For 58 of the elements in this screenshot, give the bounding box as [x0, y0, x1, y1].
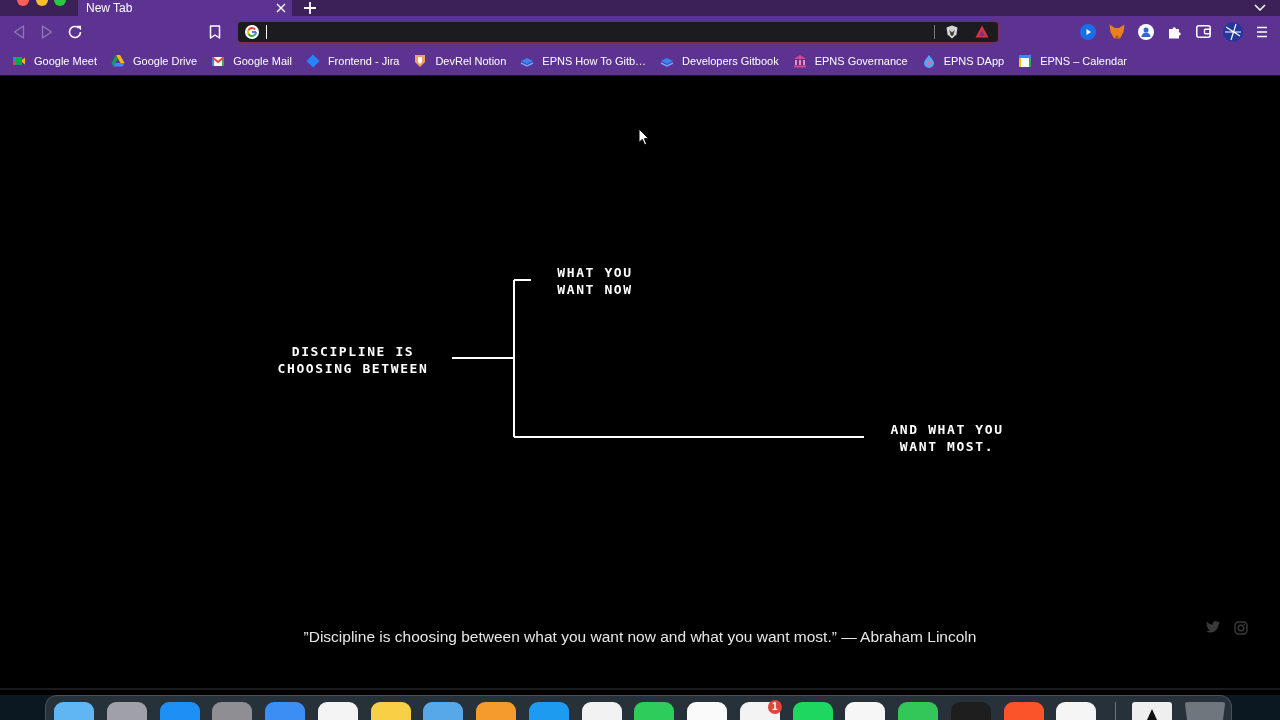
bookmark-item[interactable]: Developers Gitbook — [660, 51, 779, 71]
app-icon[interactable] — [423, 702, 464, 720]
text-cursor-icon — [266, 24, 267, 39]
plus-icon[interactable] — [304, 2, 316, 14]
diagram-label: WHAT YOU WANT NOW — [557, 264, 633, 298]
quote-text: ”Discipline is choosing between what you want now and what you want most.” — Abraham Lincoln — [303, 628, 977, 646]
document-stack-icon[interactable] — [1131, 702, 1172, 720]
play-circle-icon[interactable] — [1079, 23, 1096, 40]
video-camera-icon — [12, 54, 26, 68]
bookmark-item[interactable]: Google Meet — [12, 51, 97, 71]
shield-icon[interactable] — [945, 24, 959, 39]
wallet-icon[interactable] — [1196, 25, 1211, 38]
app-icon[interactable] — [317, 702, 358, 720]
app-icon[interactable] — [476, 702, 516, 720]
bookmark-item[interactable]: EPNS How To Gitb… — [520, 51, 647, 71]
drop-icon — [921, 54, 936, 68]
triangle-icon[interactable] — [975, 25, 989, 38]
bookmark-item[interactable]: Google Drive — [111, 51, 198, 71]
app-icon[interactable] — [581, 702, 622, 720]
g-logo-icon — [245, 24, 259, 39]
fox-head-icon[interactable] — [1108, 24, 1125, 39]
app-icon[interactable] — [792, 702, 833, 720]
app-icon[interactable] — [845, 702, 886, 720]
menu-icon[interactable] — [1255, 25, 1268, 38]
app-icon[interactable] — [1056, 702, 1097, 720]
triangle-icon — [111, 54, 125, 68]
close-icon[interactable] — [276, 3, 286, 13]
reload-icon[interactable] — [68, 24, 82, 39]
bookmark-item[interactable]: Google Mail — [211, 51, 292, 71]
calendar-icon — [1018, 54, 1033, 68]
mouse-pointer-icon — [638, 128, 650, 146]
chevron-down-icon[interactable] — [1254, 4, 1266, 11]
trash-icon[interactable] — [1184, 702, 1225, 720]
bookmark-item[interactable]: EPNS DApp — [921, 51, 1005, 71]
avatar-icon[interactable] — [1222, 21, 1243, 42]
diamond-icon — [305, 54, 320, 68]
diagram-label: DISCIPLINE IS CHOOSING BETWEEN — [277, 343, 429, 377]
bookmark-item[interactable]: EPNS Governance — [792, 51, 908, 71]
bookmark-item[interactable]: DevRel Notion — [413, 51, 507, 71]
shield-icon — [413, 54, 428, 68]
browser-tab[interactable]: New Tab — [78, 0, 292, 16]
window-close-icon[interactable] — [17, 0, 29, 6]
envelope-icon — [211, 54, 226, 68]
app-icon[interactable] — [54, 702, 94, 720]
app-icon[interactable] — [634, 702, 675, 720]
diagram-label: AND WHAT YOU WANT MOST. — [890, 421, 1004, 455]
bookmark-icon[interactable] — [209, 24, 221, 39]
app-icon[interactable] — [106, 702, 147, 720]
window-zoom-icon[interactable] — [54, 0, 66, 6]
puzzle-icon[interactable] — [1167, 24, 1182, 39]
bookmark-item[interactable]: EPNS – Calendar — [1018, 51, 1127, 71]
window-minimize-icon[interactable] — [36, 0, 48, 6]
person-circle-icon[interactable] — [1137, 23, 1154, 40]
bookmark-item[interactable]: Frontend - Jira — [305, 51, 400, 71]
app-icon[interactable] — [370, 702, 411, 720]
app-icon[interactable] — [898, 702, 938, 720]
bank-building-icon — [792, 54, 807, 68]
app-icon[interactable] — [687, 702, 727, 720]
